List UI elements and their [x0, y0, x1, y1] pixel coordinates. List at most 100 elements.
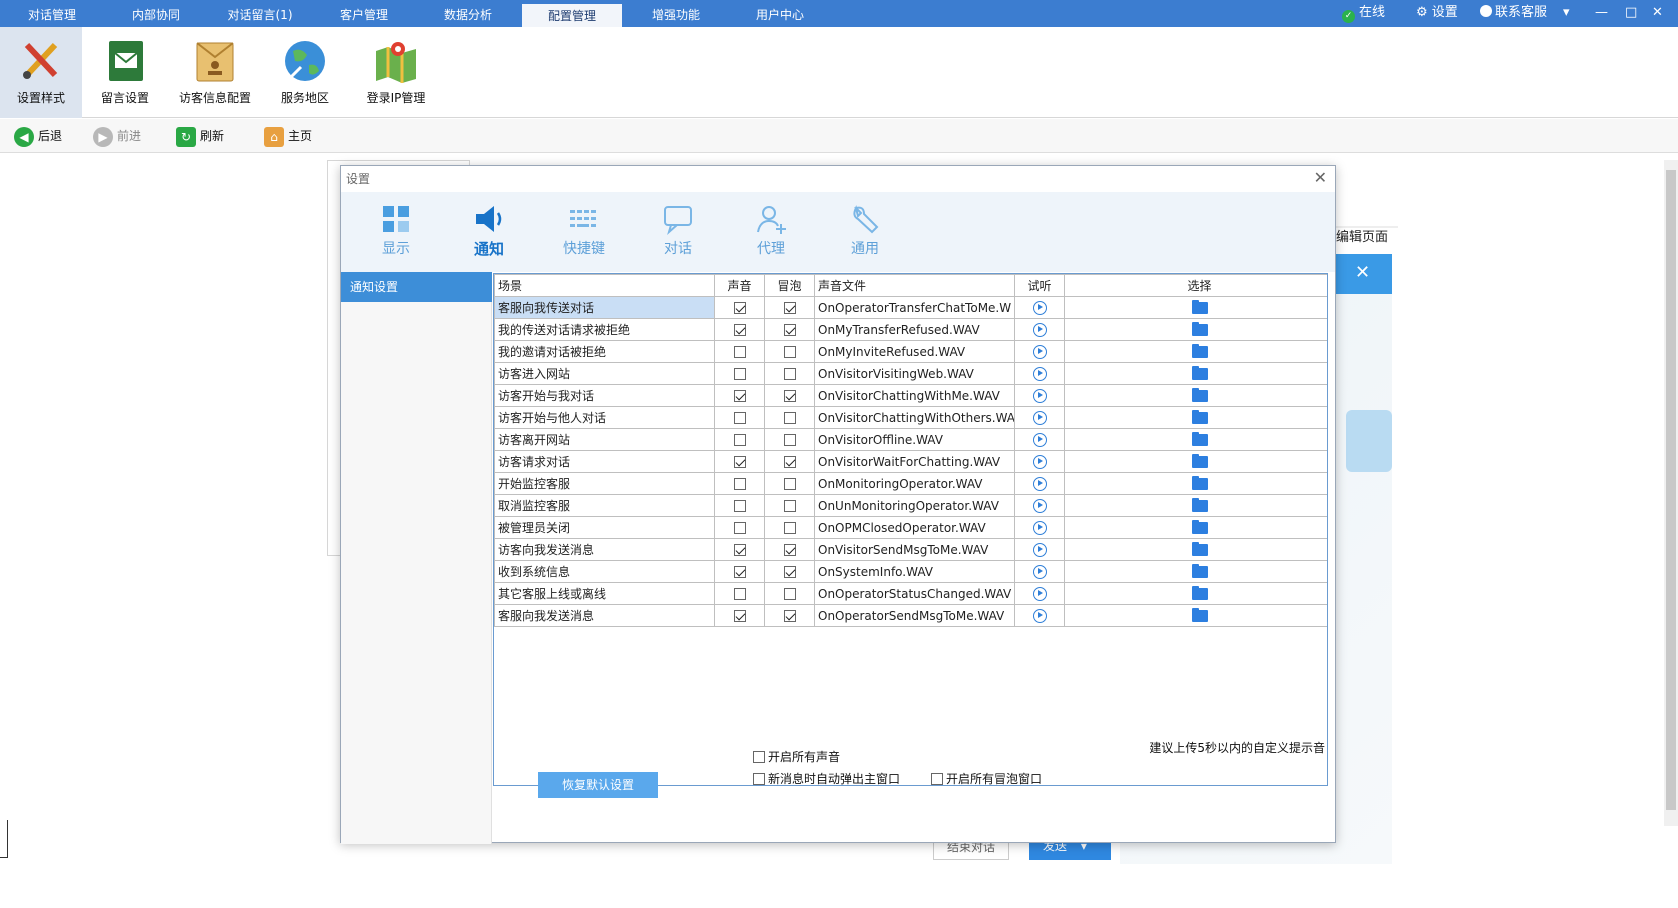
- col-header-preview[interactable]: 试听: [1014, 274, 1065, 297]
- preview-cell[interactable]: [1014, 472, 1065, 495]
- forward-button[interactable]: ▶ 前进: [93, 125, 141, 147]
- preview-cell[interactable]: [1014, 516, 1065, 539]
- folder-icon[interactable]: [1191, 586, 1208, 600]
- checkbox[interactable]: [931, 773, 943, 785]
- preview-cell[interactable]: [1014, 384, 1065, 407]
- minimize-icon[interactable]: —: [1595, 0, 1608, 25]
- tab-chat-management[interactable]: 对话管理: [0, 0, 104, 27]
- play-icon[interactable]: [1032, 388, 1047, 403]
- option-auto-popup[interactable]: 新消息时自动弹出主窗口: [753, 772, 900, 786]
- tab-general[interactable]: 通用: [825, 202, 905, 258]
- sound-checkbox[interactable]: [733, 544, 746, 556]
- checkbox[interactable]: [753, 773, 765, 785]
- tab-config-management[interactable]: 配置管理: [522, 4, 622, 27]
- sound-cell[interactable]: [714, 582, 765, 605]
- preview-cell[interactable]: [1014, 428, 1065, 451]
- maximize-icon[interactable]: □: [1625, 0, 1637, 25]
- close-icon[interactable]: ✕: [1355, 262, 1370, 283]
- table-row[interactable]: 访客离开网站 OnVisitorOffline.WAV: [494, 428, 1327, 451]
- select-cell[interactable]: [1064, 406, 1327, 429]
- folder-icon[interactable]: [1191, 344, 1208, 358]
- tab-proxy[interactable]: 代理: [731, 202, 811, 258]
- bubble-checkbox[interactable]: [783, 412, 796, 424]
- select-cell[interactable]: [1064, 560, 1327, 583]
- bubble-checkbox[interactable]: [783, 390, 796, 402]
- bubble-cell[interactable]: [764, 604, 815, 627]
- sound-checkbox[interactable]: [733, 500, 746, 512]
- table-row[interactable]: 其它客服上线或离线 OnOperatorStatusChanged.WAV: [494, 582, 1327, 605]
- preview-cell[interactable]: [1014, 604, 1065, 627]
- bubble-cell[interactable]: [764, 538, 815, 561]
- play-icon[interactable]: [1032, 300, 1047, 315]
- table-row[interactable]: 被管理员关闭 OnOPMClosedOperator.WAV: [494, 516, 1327, 539]
- preview-cell[interactable]: [1014, 362, 1065, 385]
- dropdown-icon[interactable]: ▾: [1563, 0, 1570, 25]
- sound-checkbox[interactable]: [733, 368, 746, 380]
- tab-display[interactable]: 显示: [356, 202, 436, 258]
- sound-checkbox[interactable]: [733, 588, 746, 600]
- refresh-button[interactable]: ↻ 刷新: [176, 125, 224, 147]
- folder-icon[interactable]: [1191, 410, 1208, 424]
- tab-data-analysis[interactable]: 数据分析: [416, 0, 520, 27]
- play-icon[interactable]: [1032, 476, 1047, 491]
- sound-checkbox[interactable]: [733, 522, 746, 534]
- col-header-scene[interactable]: 场景: [494, 274, 715, 297]
- ribbon-message-settings[interactable]: 留言设置: [86, 27, 164, 118]
- play-icon[interactable]: [1032, 498, 1047, 513]
- preview-cell[interactable]: [1014, 406, 1065, 429]
- sound-checkbox[interactable]: [733, 390, 746, 402]
- back-button[interactable]: ◀ 后退: [14, 125, 62, 147]
- settings-link[interactable]: ⚙ 设置: [1416, 0, 1458, 25]
- play-icon[interactable]: [1032, 586, 1047, 601]
- table-row[interactable]: 客服向我传送对话 OnOperatorTransferChatToMe.W: [494, 296, 1327, 319]
- bubble-cell[interactable]: [764, 340, 815, 363]
- select-cell[interactable]: [1064, 318, 1327, 341]
- folder-icon[interactable]: [1191, 608, 1208, 622]
- ribbon-set-style[interactable]: 设置样式: [0, 27, 82, 118]
- play-icon[interactable]: [1032, 454, 1047, 469]
- bubble-cell[interactable]: [764, 472, 815, 495]
- ribbon-service-region[interactable]: 服务地区: [266, 27, 344, 118]
- select-cell[interactable]: [1064, 340, 1327, 363]
- bubble-cell[interactable]: [764, 516, 815, 539]
- table-row[interactable]: 访客开始与他人对话 OnVisitorChattingWithOthers.WA: [494, 406, 1327, 429]
- select-cell[interactable]: [1064, 516, 1327, 539]
- folder-icon[interactable]: [1191, 300, 1208, 314]
- preview-cell[interactable]: [1014, 582, 1065, 605]
- play-icon[interactable]: [1032, 366, 1047, 381]
- play-icon[interactable]: [1032, 432, 1047, 447]
- folder-icon[interactable]: [1191, 454, 1208, 468]
- sidebar-item-notification-settings[interactable]: 通知设置: [341, 272, 492, 302]
- select-cell[interactable]: [1064, 582, 1327, 605]
- bubble-checkbox[interactable]: [783, 566, 796, 578]
- bubble-cell[interactable]: [764, 560, 815, 583]
- folder-icon[interactable]: [1191, 520, 1208, 534]
- sound-checkbox[interactable]: [733, 566, 746, 578]
- folder-icon[interactable]: [1191, 388, 1208, 402]
- sound-checkbox[interactable]: [733, 302, 746, 314]
- sound-checkbox[interactable]: [733, 478, 746, 490]
- bubble-checkbox[interactable]: [783, 324, 796, 336]
- tab-conversation[interactable]: 对话: [638, 202, 718, 258]
- sound-cell[interactable]: [714, 296, 765, 319]
- play-icon[interactable]: [1032, 520, 1047, 535]
- bubble-cell[interactable]: [764, 428, 815, 451]
- tab-user-center[interactable]: 用户中心: [728, 0, 832, 27]
- bubble-checkbox[interactable]: [783, 368, 796, 380]
- sound-cell[interactable]: [714, 516, 765, 539]
- folder-icon[interactable]: [1191, 542, 1208, 556]
- bubble-checkbox[interactable]: [783, 522, 796, 534]
- sound-cell[interactable]: [714, 318, 765, 341]
- sound-cell[interactable]: [714, 406, 765, 429]
- preview-cell[interactable]: [1014, 318, 1065, 341]
- select-cell[interactable]: [1064, 450, 1327, 473]
- table-row[interactable]: 开始监控客服 OnMonitoringOperator.WAV: [494, 472, 1327, 495]
- table-row[interactable]: 访客进入网站 OnVisitorVisitingWeb.WAV: [494, 362, 1327, 385]
- dialog-close-icon[interactable]: ✕: [1314, 168, 1327, 187]
- sound-cell[interactable]: [714, 362, 765, 385]
- play-icon[interactable]: [1032, 608, 1047, 623]
- contact-support-link[interactable]: 联系客服: [1480, 0, 1547, 25]
- sound-checkbox[interactable]: [733, 412, 746, 424]
- tab-customer-management[interactable]: 客户管理: [312, 0, 416, 27]
- bubble-checkbox[interactable]: [783, 302, 796, 314]
